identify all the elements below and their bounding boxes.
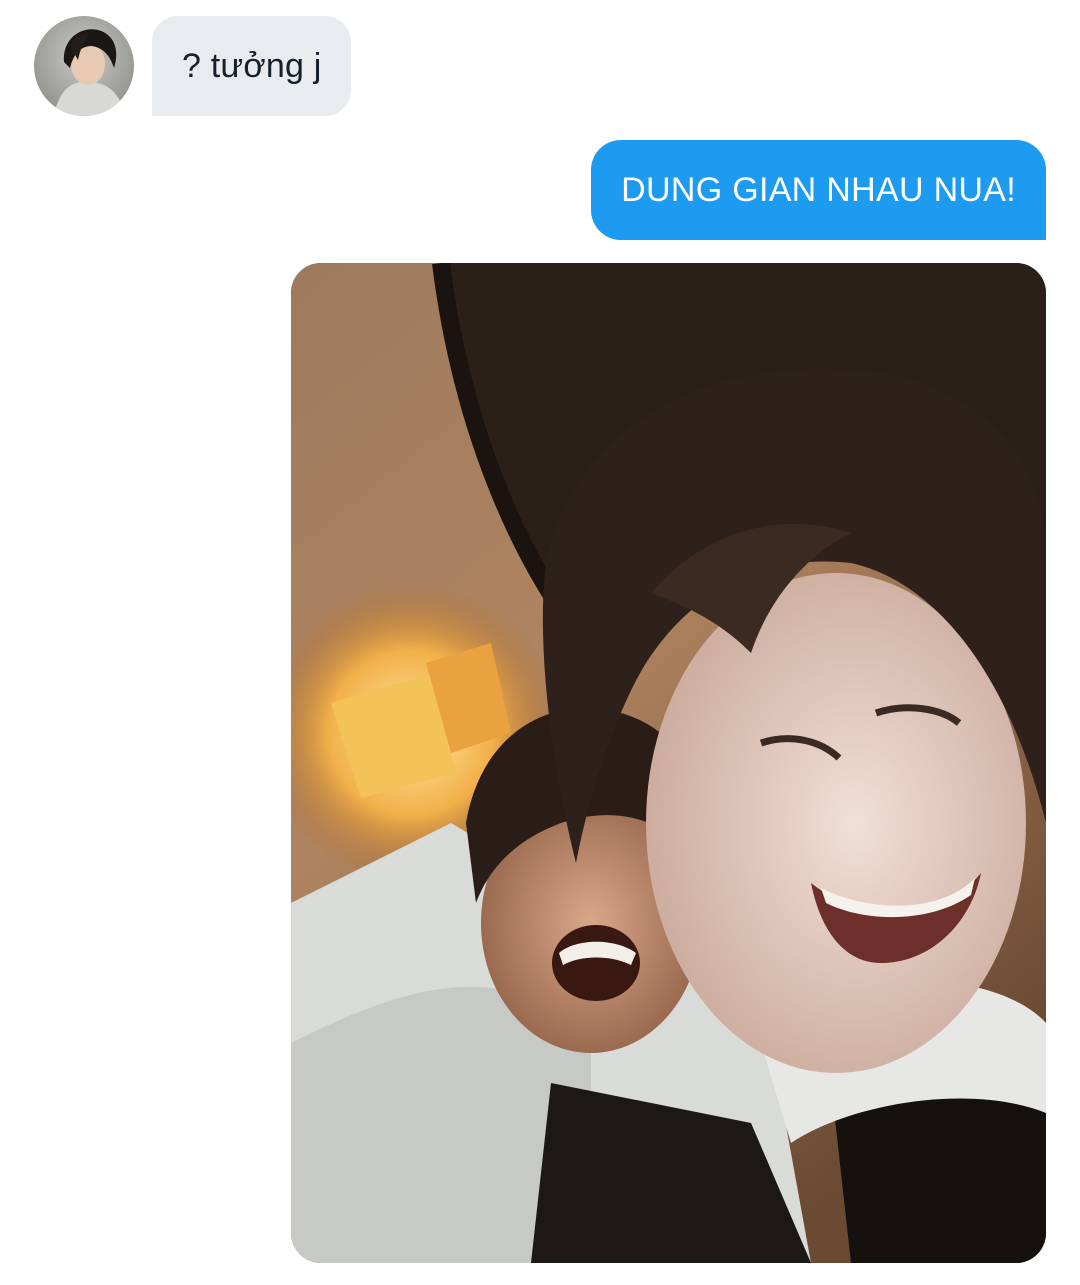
outgoing-message-bubble[interactable]: DUNG GIAN NHAU NUA! — [591, 140, 1046, 240]
outgoing-message-text: DUNG GIAN NHAU NUA! — [621, 170, 1016, 209]
outgoing-photo-message[interactable] — [291, 263, 1046, 1263]
photo-image — [291, 263, 1046, 1263]
avatar-photo — [34, 16, 134, 116]
incoming-message-text: ? tưởng j — [182, 46, 322, 85]
incoming-message-bubble[interactable]: ? tưởng j — [152, 16, 352, 116]
contact-avatar[interactable] — [34, 16, 134, 116]
conversation-thread: ? tưởng j DUNG GIAN NHAU NUA! — [0, 0, 1080, 1285]
